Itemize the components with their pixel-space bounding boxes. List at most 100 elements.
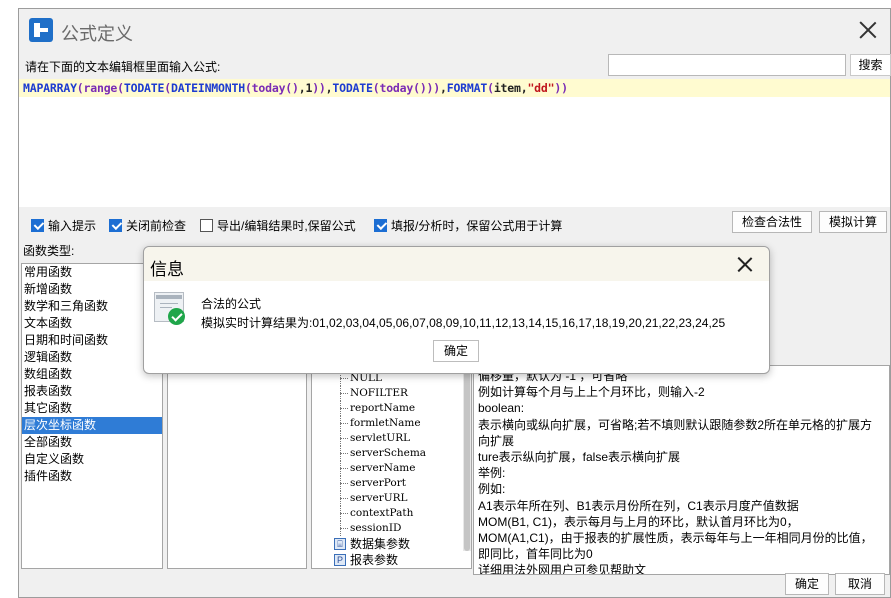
formula-token: TODATE [123,81,165,95]
info-dialog: 信息 合法的公式 模拟实时计算结果为:01,02,03,04,05,06,07,… [143,246,770,374]
report-param-icon: P [334,554,346,566]
fill-keep-formula-label: 填报/分析时，保留公式用于计算 [391,218,563,233]
parameter-label: serverSchema [350,447,427,459]
parameter-folder[interactable]: P 报表参数 [312,552,462,568]
dataset-param-icon: ⌸ [334,538,346,550]
formula-token: range [83,81,118,95]
check-validity-button[interactable]: 检查合法性 [732,211,812,233]
formula-token: )) [312,81,326,95]
function-category-item[interactable]: 文本函数 [22,315,162,332]
parameter-item[interactable]: contextPath [312,506,462,521]
parameter-item[interactable]: sessionID [312,521,462,536]
parameter-item[interactable]: reportName [312,401,462,416]
parameter-item[interactable]: NOFILTER [312,386,462,401]
search-input[interactable] [608,54,846,76]
description-line: 向扩展 [478,433,515,448]
search-button[interactable]: 搜索 [850,54,891,76]
parameter-label: contextPath [350,507,414,519]
export-keep-formula-label: 导出/编辑结果时,保留公式 [217,218,356,233]
close-icon[interactable] [737,256,753,272]
parameter-folder[interactable]: ⌸ 数据集参数 [312,536,462,552]
formula-token: DATEINMONTH [170,81,245,95]
check-circle-icon [168,308,185,325]
formula-token: ( [117,81,124,95]
cancel-button[interactable]: 取消 [835,573,885,595]
formula-text[interactable]: MAPARRAY(range(TODATE(DATEINMONTH(today(… [23,81,568,95]
simulation-result-message: 模拟实时计算结果为:01,02,03,04,05,06,07,08,09,10,… [201,316,726,330]
function-category-item[interactable]: 层次坐标函数 [22,417,162,434]
valid-formula-message: 合法的公式 [201,297,262,311]
fill-keep-formula-checkbox[interactable]: 填报/分析时，保留公式用于计算 [374,218,563,233]
parameter-item[interactable]: serverPort [312,476,462,491]
document-check-icon [154,292,186,326]
parameter-label: NOFILTER [350,387,408,399]
parameter-item[interactable]: formletName [312,416,462,431]
info-titlebar: 信息 [144,247,769,281]
input-hint-label: 输入提示 [48,218,97,233]
function-category-item[interactable]: 其它函数 [22,400,162,417]
parameter-item[interactable]: serverURL [312,491,462,506]
folder-label: 报表参数 [350,553,399,567]
formula-token: ())) [413,81,440,95]
parameter-label: formletName [350,417,421,429]
function-category-item[interactable]: 数学和三角函数 [22,298,162,315]
parameter-label: serverPort [350,477,406,489]
app-logo-icon [29,18,53,42]
function-category-item[interactable]: 自定义函数 [22,451,162,468]
check-on-close-checkbox[interactable]: 关闭前检查 [109,218,187,233]
description-line: ture表示纵向扩展，false表示横向扩展 [478,450,681,465]
formula-token: ( [487,81,494,95]
function-type-label: 函数类型: [23,244,75,258]
parameter-label: sessionID [350,522,402,534]
function-category-item[interactable]: 日期和时间函数 [22,332,162,349]
parameter-scrollbar[interactable] [463,365,471,551]
function-category-item[interactable]: 新增函数 [22,281,162,298]
function-category-list[interactable]: 常用函数 新增函数 数学和三角函数 文本函数 日期和时间函数 逻辑函数 数组函数 报表函数 其它… [21,263,163,569]
function-category-item[interactable]: 报表函数 [22,383,162,400]
parameter-item[interactable]: serverName [312,461,462,476]
function-category-item[interactable]: 逻辑函数 [22,349,162,366]
input-hint-checkbox[interactable]: 输入提示 [31,218,97,233]
formula-prompt-label: 请在下面的文本编辑框里面输入公式: [25,60,221,74]
parameter-item[interactable]: servletURL [312,431,462,446]
description-line: 例如计算每个月与上上个月环比，则输入-2 [478,385,705,400]
formula-token: "dd" [527,81,555,95]
check-on-close-label: 关闭前检查 [126,218,187,233]
description-line: 举例: [478,466,506,481]
formula-token: today [251,81,286,95]
parameter-item[interactable]: serverSchema [312,446,462,461]
ok-button[interactable]: 确定 [785,573,829,595]
checkbox-checked-icon [31,218,44,232]
dialog-titlebar: 公式定义 [19,9,890,51]
export-keep-formula-checkbox[interactable]: 导出/编辑结果时,保留公式 [200,218,356,233]
function-category-item[interactable]: 数组函数 [22,366,162,383]
dialog-title: 公式定义 [61,24,133,44]
function-category-item[interactable]: 全部函数 [22,434,162,451]
formula-editor[interactable]: MAPARRAY(range(TODATE(DATEINMONTH(today(… [19,79,890,207]
description-line: 表示横向或纵向扩展，可省略;若不填则默认跟随参数2所在单元格的扩展方 [478,417,873,432]
checkbox-checked-icon [109,218,122,232]
formula-token: ,1 [298,81,313,95]
parameter-label: serverURL [350,492,408,504]
function-category-item[interactable]: 常用函数 [22,264,162,281]
formula-description: 偏移量，默认为 -1 ，可省略 例如计算每个月与上上个月环比，则输入-2 bool… [473,365,890,575]
description-line: MOM(B1, C1)，表示每月与上月的环比，默认首月环比为0， [478,514,799,529]
formula-token: FORMAT [446,81,488,95]
close-icon[interactable] [857,19,879,41]
description-line: A1表示年所在列、B1表示月份所在列，C1表示月度产值数据 [478,498,799,513]
scrollbar-thumb[interactable] [464,365,470,551]
formula-token: TODATE [332,81,373,95]
function-category-item[interactable]: 插件函数 [22,468,162,485]
description-line: boolean: [478,401,525,416]
info-ok-button[interactable]: 确定 [433,340,479,362]
formula-token: ( [164,81,171,95]
formula-token: MAPARRAY [23,81,77,95]
description-line: MOM(A1,C1)，由于报表的扩展性质，表示每年与上一年相同月份的比值， [478,531,873,546]
simulate-calc-button[interactable]: 模拟计算 [819,211,887,233]
options-bar: 输入提示 关闭前检查 导出/编辑结果时,保留公式 填报/分析时，保留公式用于计算… [19,211,890,237]
parameter-label: servletURL [350,432,411,444]
formula-token: item [493,81,521,95]
checkbox-checked-icon [374,218,387,232]
formula-token: , [440,81,447,95]
info-title: 信息 [150,260,184,279]
